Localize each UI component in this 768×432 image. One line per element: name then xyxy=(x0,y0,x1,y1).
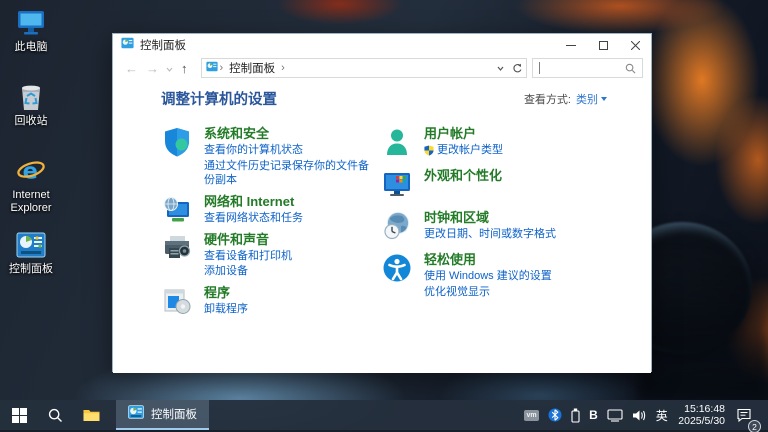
close-button[interactable] xyxy=(619,34,651,56)
category-user-accounts: 用户帐户 更改帐户类型 xyxy=(381,126,616,158)
programs-icon[interactable] xyxy=(161,285,193,317)
desktop-icon-label: 控制面板 xyxy=(9,263,53,276)
taskbar-task-label: 控制面板 xyxy=(151,406,197,422)
search-icon xyxy=(625,63,636,74)
window-title: 控制面板 xyxy=(140,37,186,53)
desktop-icon-this-pc[interactable]: 此电脑 xyxy=(0,8,62,54)
text-cursor xyxy=(539,62,540,74)
desktop-icon-internet-explorer[interactable]: e Internet Explorer xyxy=(0,156,62,215)
desktop-icon-label: 回收站 xyxy=(15,115,48,128)
category-appearance-personalization: 外观和个性化 xyxy=(381,168,616,200)
start-button[interactable] xyxy=(4,400,34,430)
control-panel-window: 控制面板 ← → ↑ › 控制面板 › xyxy=(112,33,652,372)
desktop-icon-recycle-bin[interactable]: 回收站 xyxy=(0,82,62,128)
this-pc-icon xyxy=(16,8,46,38)
address-dropdown-icon[interactable] xyxy=(492,59,509,77)
address-bar[interactable]: › 控制面板 › xyxy=(201,58,527,78)
category-title[interactable]: 程序 xyxy=(204,285,248,301)
category-system-security: 系统和安全 查看你的计算机状态 通过文件历史记录保存你的文件备份副本 xyxy=(161,126,373,188)
chevron-down-icon xyxy=(601,97,607,101)
category-programs: 程序 卸载程序 xyxy=(161,285,373,317)
minimize-button[interactable] xyxy=(555,34,587,56)
desktop-icon-label: 此电脑 xyxy=(15,41,48,54)
category-ease-of-access: 轻松使用 使用 Windows 建议的设置 优化视觉显示 xyxy=(381,252,616,299)
system-security-icon[interactable] xyxy=(161,126,193,158)
control-panel-icon xyxy=(16,230,46,260)
category-link[interactable]: 优化视觉显示 xyxy=(424,285,552,300)
category-title[interactable]: 轻松使用 xyxy=(424,252,552,268)
tray-app-b-icon[interactable]: B xyxy=(585,400,603,430)
category-title[interactable]: 网络和 Internet xyxy=(204,194,303,210)
forward-icon[interactable]: → xyxy=(146,62,159,75)
navigation-bar: ← → ↑ › 控制面板 › xyxy=(113,56,651,80)
tray-date: 2025/5/30 xyxy=(678,415,725,427)
category-network-internet: 网络和 Internet 查看网络状态和任务 xyxy=(161,194,373,226)
control-panel-content: 调整计算机的设置 查看方式: 类别 系统和安全 查看你的计算机状态 通过文件 xyxy=(113,80,651,373)
category-title[interactable]: 外观和个性化 xyxy=(424,168,502,184)
category-link[interactable]: 查看网络状态和任务 xyxy=(204,211,303,226)
taskbar-task-control-panel[interactable]: 控制面板 xyxy=(116,400,209,430)
category-column-right: 用户帐户 更改帐户类型 外观和个性化 xyxy=(381,126,616,309)
category-title[interactable]: 时钟和区域 xyxy=(424,210,556,226)
wallpaper-shadow xyxy=(638,230,768,400)
category-clock-region: 时钟和区域 更改日期、时间或数字格式 xyxy=(381,210,616,242)
category-link[interactable]: 添加设备 xyxy=(204,264,292,279)
category-link[interactable]: 查看设备和打印机 xyxy=(204,249,292,264)
internet-explorer-icon: e xyxy=(16,156,46,186)
volume-icon[interactable] xyxy=(627,400,651,430)
maximize-button[interactable] xyxy=(587,34,619,56)
back-icon[interactable]: ← xyxy=(125,62,138,75)
page-title: 调整计算机的设置 xyxy=(161,88,277,109)
category-link[interactable]: 更改帐户类型 xyxy=(437,143,503,158)
view-by-value[interactable]: 类别 xyxy=(576,91,598,107)
tray-clock[interactable]: 15:16:48 2025/5/30 xyxy=(672,403,731,427)
category-link[interactable]: 查看你的计算机状态 xyxy=(204,143,373,158)
breadcrumb-separator: › xyxy=(220,62,224,74)
category-hardware-sound: 硬件和声音 查看设备和打印机 添加设备 xyxy=(161,232,373,279)
file-explorer-icon[interactable] xyxy=(76,400,106,430)
tray-time: 15:16:48 xyxy=(678,403,725,415)
hardware-sound-icon[interactable] xyxy=(161,232,193,264)
recent-locations-icon[interactable] xyxy=(166,59,173,77)
desktop-icon-label: Internet Explorer xyxy=(1,189,61,215)
address-control-panel-icon xyxy=(206,59,218,77)
window-control-panel-icon xyxy=(121,36,134,54)
search-input[interactable] xyxy=(532,58,644,78)
taskbar: 控制面板 vm B 英 15:16:48 2025/5/30 xyxy=(0,400,768,432)
user-accounts-icon[interactable] xyxy=(381,126,413,158)
category-link[interactable]: 通过文件历史记录保存你的文件备份副本 xyxy=(204,159,373,188)
breadcrumb-separator[interactable]: › xyxy=(281,62,285,74)
appearance-personalization-icon[interactable] xyxy=(381,168,413,200)
category-link[interactable]: 卸载程序 xyxy=(204,302,248,317)
taskbar-control-panel-icon xyxy=(128,405,144,424)
category-title[interactable]: 硬件和声音 xyxy=(204,232,292,248)
bluetooth-icon[interactable] xyxy=(544,400,567,430)
uac-shield-icon xyxy=(424,145,434,156)
desktop-icon-control-panel[interactable]: 控制面板 xyxy=(0,230,62,276)
view-by-label: 查看方式: xyxy=(524,91,571,107)
refresh-icon[interactable] xyxy=(509,59,526,77)
category-link[interactable]: 使用 Windows 建议的设置 xyxy=(424,269,552,284)
usb-device-icon[interactable] xyxy=(567,400,585,430)
action-center-icon[interactable]: 2 xyxy=(731,400,756,430)
network-internet-icon[interactable] xyxy=(161,194,193,226)
vm-label: vm xyxy=(524,410,539,421)
taskbar-search-icon[interactable] xyxy=(40,400,70,430)
ime-indicator[interactable]: 英 xyxy=(651,400,672,430)
category-link[interactable]: 更改日期、时间或数字格式 xyxy=(424,227,556,242)
category-column-left: 系统和安全 查看你的计算机状态 通过文件历史记录保存你的文件备份副本 网络和 I… xyxy=(161,126,373,323)
notification-badge: 2 xyxy=(748,420,761,432)
desktop: 此电脑 回收站 e Internet Explorer 控制面板 控制 xyxy=(0,0,768,432)
window-titlebar[interactable]: 控制面板 xyxy=(113,34,651,56)
network-icon[interactable] xyxy=(602,400,627,430)
breadcrumb[interactable]: 控制面板 xyxy=(229,60,275,76)
vmware-tools-icon[interactable]: vm xyxy=(520,400,544,430)
category-title[interactable]: 用户帐户 xyxy=(424,126,503,142)
recycle-bin-icon xyxy=(16,82,46,112)
up-icon[interactable]: ↑ xyxy=(181,62,188,75)
category-title[interactable]: 系统和安全 xyxy=(204,126,373,142)
category-link-with-shield[interactable]: 更改帐户类型 xyxy=(424,143,503,158)
clock-region-icon[interactable] xyxy=(381,210,413,242)
ease-of-access-icon[interactable] xyxy=(381,252,413,284)
